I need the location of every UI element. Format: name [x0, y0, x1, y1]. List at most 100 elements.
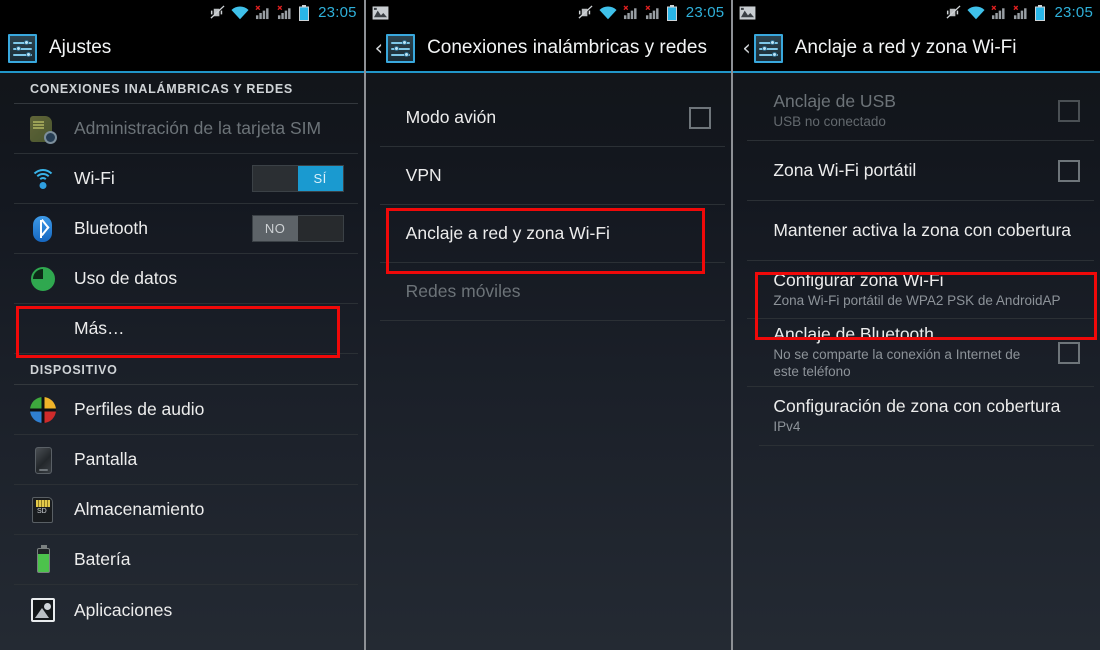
list-item-label: Anclaje de Bluetooth: [773, 324, 934, 345]
settings-app-icon: [386, 33, 416, 63]
list-item-airplane-mode[interactable]: Modo avión: [379, 89, 726, 147]
status-bar-right-icons: 23:05: [946, 4, 1093, 21]
wifi-icon: [231, 6, 249, 19]
list-item-display[interactable]: Pantalla: [14, 435, 358, 485]
settings-list-panel1: CONEXIONES INALÁMBRICAS Y REDES Administ…: [0, 73, 364, 635]
list-item-wifi[interactable]: Wi-Fi SÍ: [14, 154, 358, 204]
list-item-mas[interactable]: Más…: [14, 304, 358, 354]
list-item-label: Wi-Fi: [74, 168, 115, 188]
list-item-applications[interactable]: Aplicaciones: [14, 585, 358, 635]
wifi-toggle[interactable]: SÍ: [251, 165, 344, 192]
bluetooth-icon: [28, 214, 58, 244]
list-item-keep-hotspot-active[interactable]: Mantener activa la zona con cobertura: [747, 201, 1094, 261]
toggle-track: [252, 166, 298, 191]
battery-icon: [299, 4, 310, 21]
list-item-label: Bluetooth: [74, 218, 148, 238]
list-item-label: Modo avión: [405, 107, 497, 127]
signal-2-no-sim-icon: [1013, 5, 1027, 20]
audio-profiles-icon: [28, 395, 58, 425]
signal-1-no-sim-icon: [623, 5, 637, 20]
list-item-label: Perfiles de audio: [74, 399, 205, 419]
toggle-knob: NO: [252, 216, 298, 241]
section-header-device: DISPOSITIVO: [14, 354, 358, 385]
list-item-battery[interactable]: Batería: [14, 535, 358, 585]
list-item-portable-hotspot[interactable]: Zona Wi-Fi portátil: [747, 141, 1094, 201]
settings-list-panel2: Modo avión VPN Anclaje a red y zona Wi-F…: [366, 89, 732, 321]
list-item-audio-profiles[interactable]: Perfiles de audio: [14, 385, 358, 435]
list-item-sublabel: Zona Wi-Fi portátil de WPA2 PSK de Andro…: [773, 292, 1061, 308]
list-item-configure-hotspot[interactable]: Configurar zona Wi-Fi Zona Wi-Fi portáti…: [747, 261, 1094, 319]
list-item-label: Administración de la tarjeta SIM: [74, 118, 322, 138]
settings-app-icon: [8, 33, 37, 63]
status-bar-right-icons: 23:05: [210, 4, 357, 21]
storage-sd-icon: [28, 495, 58, 525]
action-bar-panel3: ‹ Anclaje a red y zona Wi-Fi: [733, 25, 1100, 73]
page-title-panel3: Anclaje a red y zona Wi-Fi: [794, 37, 1017, 58]
toggle-knob: SÍ: [297, 166, 343, 191]
list-bottom-divider: [759, 445, 1094, 446]
vibrate-off-icon: [578, 5, 593, 19]
list-item-tethering-hotspot[interactable]: Anclaje a red y zona Wi-Fi: [379, 205, 726, 263]
status-bar-clock: 23:05: [685, 4, 725, 21]
list-item-bluetooth[interactable]: Bluetooth NO: [14, 204, 358, 254]
list-item-mobile-networks[interactable]: Redes móviles: [379, 263, 726, 321]
list-item-vpn[interactable]: VPN: [379, 147, 726, 205]
action-bar-panel1: Ajustes: [0, 25, 364, 73]
list-item-data-usage[interactable]: Uso de datos: [14, 254, 358, 304]
list-item-label: Zona Wi-Fi portátil: [773, 160, 917, 180]
list-item-usb-tethering: Anclaje de USB USB no conectado: [747, 81, 1094, 141]
signal-2-no-sim-icon: [645, 5, 659, 20]
status-bar-panel1: 23:05: [0, 0, 364, 25]
back-chevron-icon[interactable]: ‹: [742, 37, 750, 59]
signal-2-no-sim-icon: [277, 5, 291, 20]
list-item-sublabel: USB no conectado: [773, 113, 886, 129]
wifi-icon: [967, 6, 986, 19]
status-bar-left-icons: [739, 5, 756, 20]
portable-hotspot-checkbox[interactable]: [1058, 159, 1080, 182]
panel-anclaje-zona-wifi: 23:05 ‹ Anclaje a red y zona Wi-Fi Ancla…: [733, 0, 1100, 650]
section-header-wireless: CONEXIONES INALÁMBRICAS Y REDES: [14, 73, 358, 104]
list-item-label: Redes móviles: [405, 281, 521, 301]
list-item-sim-management[interactable]: Administración de la tarjeta SIM: [14, 104, 358, 154]
battery-icon: [666, 4, 677, 21]
status-bar-left-icons: [372, 5, 389, 20]
usb-tethering-checkbox: [1058, 99, 1080, 122]
three-panel-screenshot: 23:05 Ajustes CONEXIONES INALÁMBRICAS Y …: [0, 0, 1100, 650]
wifi-icon: [28, 164, 58, 194]
list-item-storage[interactable]: Almacenamiento: [14, 485, 358, 535]
list-item-label: Almacenamiento: [74, 499, 205, 519]
panel-conexiones-inalambricas: 23:05 ‹ Conexiones inalámbricas y redes …: [365, 0, 732, 650]
list-item-hotspot-configuration[interactable]: Configuración de zona con cobertura IPv4: [747, 387, 1094, 445]
list-item-label: Más…: [74, 318, 125, 338]
status-bar-clock: 23:05: [318, 4, 357, 21]
list-item-label: Mantener activa la zona con cobertura: [773, 220, 1072, 240]
action-bar-panel2: ‹ Conexiones inalámbricas y redes: [365, 25, 732, 73]
image-icon: [372, 5, 389, 20]
list-item-label: Configuración de zona con cobertura: [773, 396, 1061, 417]
list-item-label: Batería: [74, 549, 131, 569]
list-item-bluetooth-tethering[interactable]: Anclaje de Bluetooth No se comparte la c…: [747, 319, 1094, 387]
list-item-label: Uso de datos: [74, 268, 178, 288]
bluetooth-tethering-checkbox[interactable]: [1058, 341, 1080, 364]
list-item-label: Pantalla: [74, 449, 138, 469]
status-bar-panel2: 23:05: [365, 0, 732, 25]
spacer-icon: [28, 314, 58, 344]
battery-icon: [28, 544, 58, 575]
bluetooth-toggle[interactable]: NO: [251, 215, 344, 242]
list-item-sublabel: IPv4: [773, 419, 801, 435]
list-item-sublabel: No se comparte la conexión a Internet de…: [773, 347, 1021, 379]
wifi-icon: [599, 6, 617, 19]
airplane-mode-checkbox[interactable]: [689, 106, 712, 129]
list-item-label: Anclaje de USB: [773, 90, 896, 111]
display-icon: [28, 445, 58, 475]
list-item-label: VPN: [405, 165, 442, 185]
page-title-panel1: Ajustes: [49, 37, 112, 58]
settings-app-icon: [753, 33, 783, 63]
list-item-label: Aplicaciones: [74, 599, 173, 620]
status-bar-panel3: 23:05: [733, 0, 1100, 25]
status-bar-right-icons: 23:05: [578, 4, 725, 21]
back-chevron-icon[interactable]: ‹: [375, 37, 383, 59]
vibrate-off-icon: [946, 5, 961, 19]
page-title-panel2: Conexiones inalámbricas y redes: [427, 37, 707, 58]
status-bar-clock: 23:05: [1054, 4, 1093, 21]
